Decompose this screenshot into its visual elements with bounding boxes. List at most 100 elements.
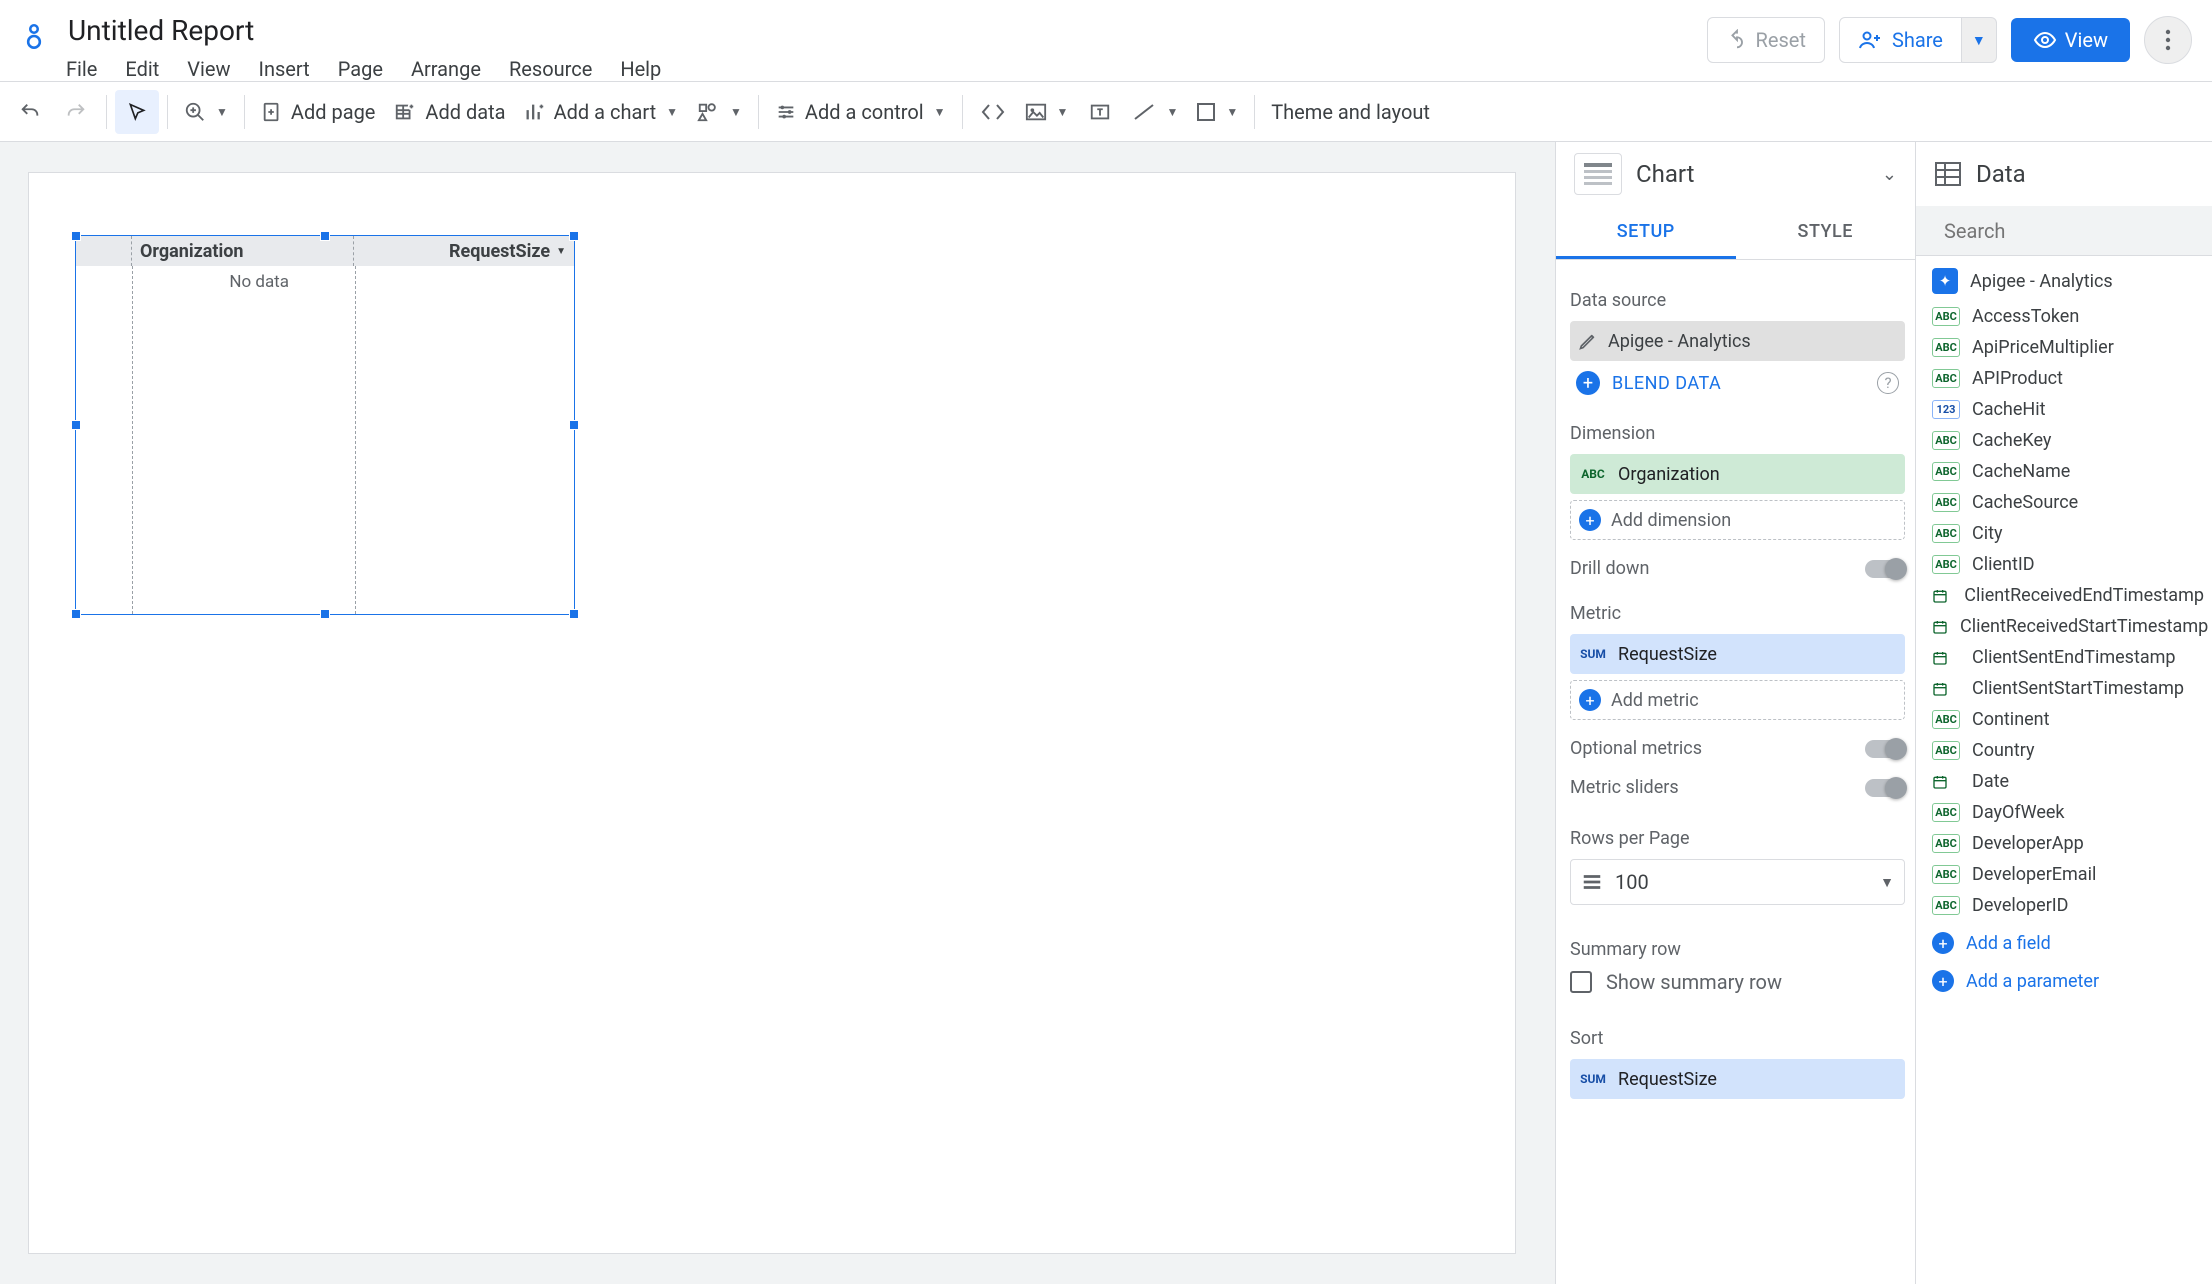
shape-button[interactable]: ▼: [1188, 90, 1246, 134]
shapes-plus-icon: [696, 101, 720, 123]
add-page-button[interactable]: Add page: [253, 90, 384, 134]
field-item[interactable]: ABCDeveloperID: [1932, 895, 2204, 916]
blend-data-button[interactable]: +BLEND DATA ?: [1570, 371, 1905, 395]
looker-studio-logo[interactable]: [14, 16, 54, 56]
share-dropdown[interactable]: ▼: [1962, 17, 1997, 63]
menu-arrange[interactable]: Arrange: [411, 57, 481, 81]
zoom-button[interactable]: ▼: [176, 90, 236, 134]
undo-button[interactable]: [8, 90, 52, 134]
data-source-chip[interactable]: Apigee - Analytics: [1570, 321, 1905, 361]
menu-page[interactable]: Page: [338, 57, 383, 81]
drill-down-toggle[interactable]: [1865, 560, 1905, 578]
data-icon: [1934, 161, 1962, 187]
tab-setup[interactable]: SETUP: [1556, 206, 1736, 259]
add-chart-button[interactable]: Add a chart▼: [516, 90, 686, 134]
data-panel: Data ✦ Apigee - Analytics ABCAccessToken…: [1916, 142, 2212, 1284]
field-item[interactable]: Date: [1932, 771, 2204, 792]
person-add-icon: [1858, 28, 1882, 52]
add-data-button[interactable]: Add data: [385, 90, 513, 134]
metric-chip[interactable]: SUMRequestSize: [1570, 634, 1905, 674]
column-requestsize[interactable]: RequestSize▼: [354, 241, 574, 262]
field-item[interactable]: ABCCacheSource: [1932, 492, 2204, 513]
field-item[interactable]: ABCDeveloperEmail: [1932, 864, 2204, 885]
text-button[interactable]: [1078, 90, 1122, 134]
field-item[interactable]: ClientSentStartTimestamp: [1932, 678, 2204, 699]
line-button[interactable]: ▼: [1124, 90, 1186, 134]
sort-label: Sort: [1570, 1028, 1905, 1049]
more-options-button[interactable]: [2144, 16, 2192, 64]
add-control-button[interactable]: Add a control▼: [767, 90, 954, 134]
field-item[interactable]: ClientReceivedStartTimestamp: [1932, 616, 2204, 637]
toolbar: ▼ Add page Add data Add a chart▼ ▼ Add a…: [0, 82, 2212, 142]
field-item[interactable]: ABCCacheName: [1932, 461, 2204, 482]
field-item[interactable]: ClientSentEndTimestamp: [1932, 647, 2204, 668]
view-button[interactable]: View: [2011, 18, 2130, 62]
field-item[interactable]: ABCCacheKey: [1932, 430, 2204, 451]
summary-row-label: Summary row: [1570, 939, 1905, 960]
optional-metrics-toggle[interactable]: [1865, 740, 1905, 758]
field-item[interactable]: ABCAccessToken: [1932, 306, 2204, 327]
dimension-chip[interactable]: ABCOrganization: [1570, 454, 1905, 494]
reset-button[interactable]: Reset: [1707, 17, 1825, 63]
help-icon[interactable]: ?: [1877, 372, 1899, 394]
metric-sliders-toggle[interactable]: [1865, 779, 1905, 797]
data-panel-title: Data: [1976, 160, 2194, 188]
undo-icon: [1726, 29, 1748, 51]
share-button[interactable]: Share: [1839, 17, 1962, 63]
menu-bar: File Edit View Insert Page Arrange Resou…: [64, 57, 1707, 81]
field-item[interactable]: ABCDeveloperApp: [1932, 833, 2204, 854]
database-plus-icon: [393, 101, 417, 123]
table-chart[interactable]: Organization RequestSize▼ No data: [75, 235, 575, 615]
embed-button[interactable]: [971, 90, 1015, 134]
field-item[interactable]: ClientReceivedEndTimestamp: [1932, 585, 2204, 606]
show-summary-checkbox[interactable]: [1570, 971, 1592, 993]
rows-per-page-select[interactable]: 100▼: [1570, 859, 1905, 905]
report-title[interactable]: Untitled Report: [64, 12, 1707, 49]
redo-button[interactable]: [54, 90, 98, 134]
field-item[interactable]: ABCContinent: [1932, 709, 2204, 730]
add-metric-button[interactable]: +Add metric: [1570, 680, 1905, 720]
sliders-icon: [775, 101, 797, 123]
rows-per-page-label: Rows per Page: [1570, 828, 1905, 849]
sort-chip[interactable]: SUMRequestSize: [1570, 1059, 1905, 1099]
community-visualizations-button[interactable]: ▼: [688, 90, 750, 134]
add-field-button[interactable]: +Add a field: [1932, 932, 2204, 954]
theme-layout-button[interactable]: Theme and layout: [1263, 90, 1438, 134]
field-item[interactable]: 123CacheHit: [1932, 399, 2204, 420]
field-item[interactable]: ABCApiPriceMultiplier: [1932, 337, 2204, 358]
show-summary-label: Show summary row: [1606, 970, 1782, 994]
tab-style[interactable]: STYLE: [1736, 206, 1916, 259]
eye-icon: [2033, 28, 2057, 52]
chart-type-dropdown[interactable]: ⌄: [1882, 164, 1897, 185]
menu-resource[interactable]: Resource: [509, 57, 592, 81]
metric-label: Metric: [1570, 603, 1905, 624]
search-input[interactable]: [1944, 219, 2198, 243]
image-button[interactable]: ▼: [1017, 90, 1077, 134]
select-tool[interactable]: [115, 90, 159, 134]
menu-help[interactable]: Help: [620, 57, 661, 81]
field-item[interactable]: ABCCountry: [1932, 740, 2204, 761]
drill-down-label: Drill down: [1570, 558, 1649, 579]
list-icon: [1581, 872, 1603, 892]
add-dimension-button[interactable]: +Add dimension: [1570, 500, 1905, 540]
no-data-label: No data: [229, 272, 289, 292]
apigee-icon: ✦: [1932, 268, 1958, 294]
field-item[interactable]: ABCAPIProduct: [1932, 368, 2204, 389]
menu-view[interactable]: View: [187, 57, 230, 81]
optional-metrics-label: Optional metrics: [1570, 738, 1702, 759]
add-parameter-button[interactable]: +Add a parameter: [1932, 970, 2204, 992]
dimension-label: Dimension: [1570, 423, 1905, 444]
menu-insert[interactable]: Insert: [259, 57, 310, 81]
canvas-area[interactable]: Organization RequestSize▼ No data: [0, 142, 1555, 1284]
header: Untitled Report File Edit View Insert Pa…: [0, 0, 2212, 82]
field-item[interactable]: ABCDayOfWeek: [1932, 802, 2204, 823]
chart-panel-title: Chart: [1636, 160, 1868, 188]
field-item[interactable]: ABCCity: [1932, 523, 2204, 544]
table-icon: [1574, 153, 1622, 195]
field-item[interactable]: ABCClientID: [1932, 554, 2204, 575]
more-vert-icon: [2165, 28, 2171, 52]
data-source-label: Data source: [1570, 290, 1905, 311]
data-source-item[interactable]: ✦ Apigee - Analytics: [1916, 256, 2212, 306]
menu-file[interactable]: File: [66, 57, 97, 81]
menu-edit[interactable]: Edit: [125, 57, 159, 81]
